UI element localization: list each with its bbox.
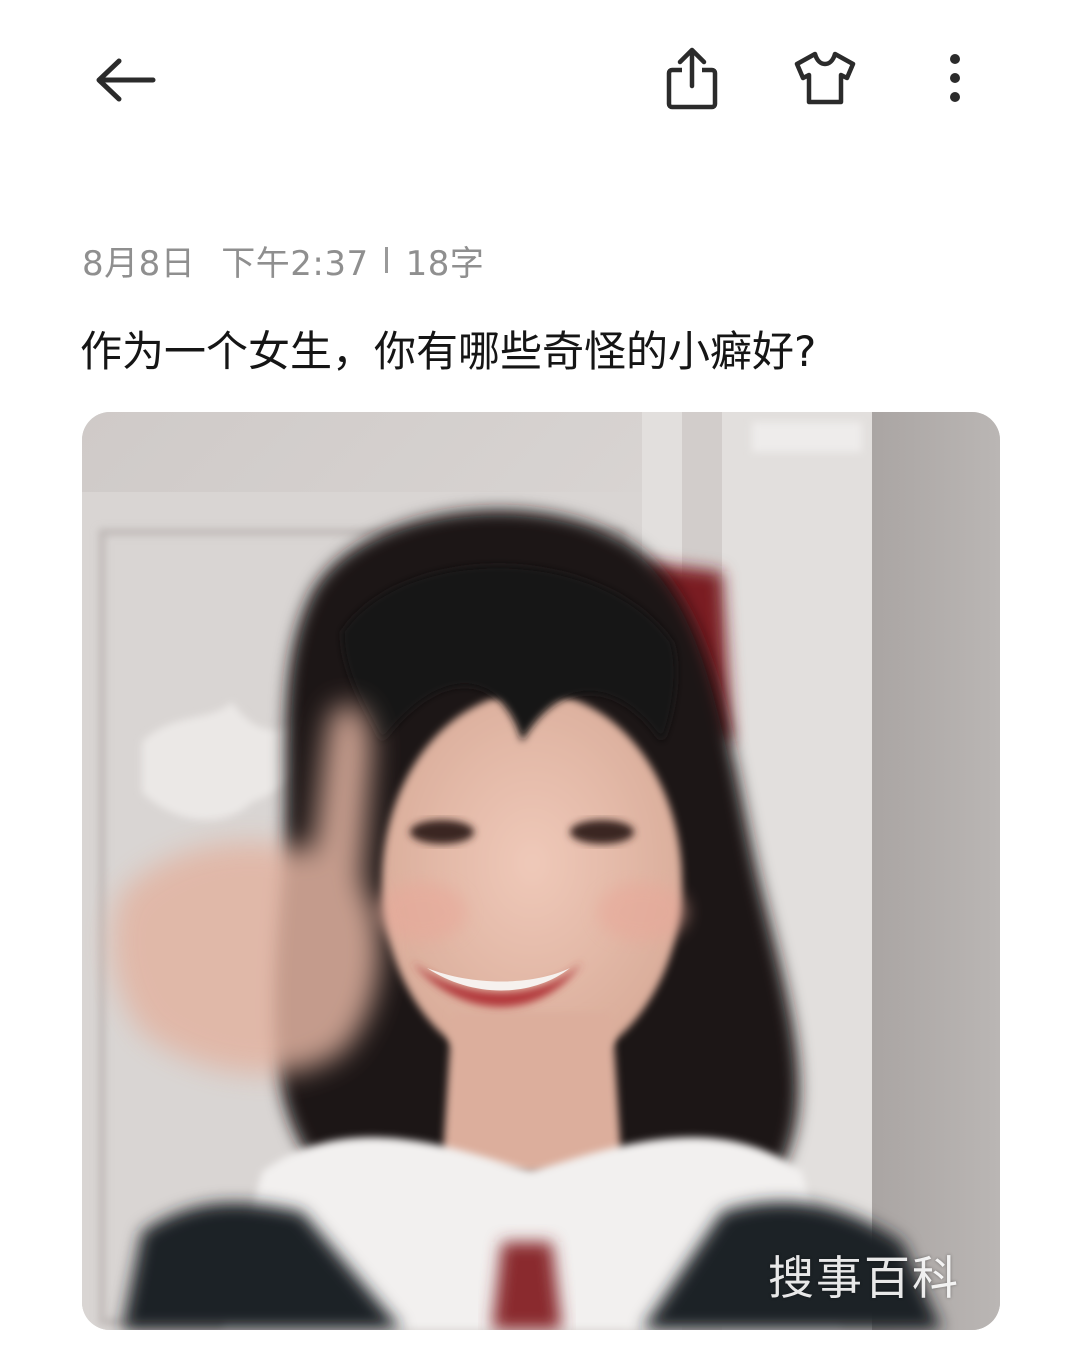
share-icon <box>664 46 720 110</box>
note-detail-page: 8月8日 下午2:37 18字 作为一个女生，你有哪些奇怪的小癖好? 搜事百科 <box>0 0 1080 1367</box>
note-date: 8月8日 <box>82 243 196 284</box>
note-image[interactable]: 搜事百科 <box>82 412 1000 1330</box>
meta-divider <box>384 247 388 273</box>
share-button[interactable] <box>650 36 734 120</box>
note-meta: 8月8日 下午2:37 18字 <box>82 234 484 286</box>
note-title: 作为一个女生，你有哪些奇怪的小癖好? <box>80 327 817 376</box>
back-button[interactable] <box>80 40 170 120</box>
arrow-left-icon <box>93 57 157 103</box>
tshirt-icon <box>793 50 857 106</box>
more-vertical-icon <box>948 53 962 103</box>
more-button[interactable] <box>920 36 990 120</box>
watermark-text: 搜事百科 <box>768 1251 960 1305</box>
note-word-count: 18字 <box>405 243 485 284</box>
theme-button[interactable] <box>780 36 870 120</box>
portrait-photo <box>82 412 1000 1330</box>
note-time: 下午2:37 <box>221 243 369 284</box>
